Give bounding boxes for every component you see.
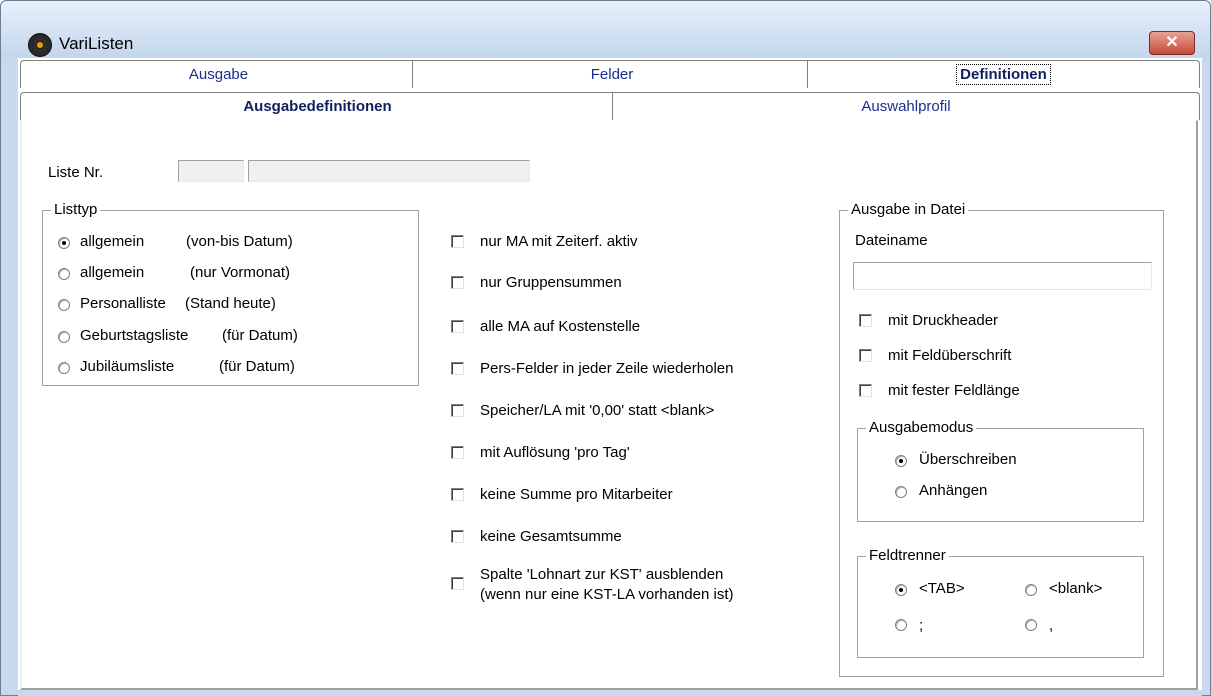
option-checkbox-7[interactable] [451,488,464,501]
option-label-9-continued: (wenn nur eine KST-LA vorhanden ist) [480,586,734,603]
listtyp-hint-5: (für Datum) [219,358,295,375]
listtyp-title: Listtyp [51,201,101,218]
druckheader-label[interactable]: mit Druckheader [888,312,998,329]
trenner-radio-comma[interactable] [1025,619,1037,631]
tab-ausgabe[interactable]: Ausgabe [20,60,417,88]
listtyp-hint-1: (von-bis Datum) [186,233,293,250]
ausgabemodus-group: Ausgabemodus [857,419,1144,522]
trenner-label-tab[interactable]: <TAB> [919,580,965,597]
option-label-9[interactable]: Spalte 'Lohnart zur KST' ausblenden [480,566,723,583]
liste-name-field[interactable] [248,160,530,182]
ausgabemodus-title: Ausgabemodus [866,419,977,436]
option-checkbox-4[interactable] [451,362,464,375]
option-checkbox-2[interactable] [451,276,464,289]
feldueberschrift-label[interactable]: mit Feldüberschrift [888,347,1011,364]
tab-ausgabe-label: Ausgabe [188,66,249,83]
trenner-label-blank[interactable]: <blank> [1049,580,1102,597]
option-label-3[interactable]: alle MA auf Kostenstelle [480,318,640,335]
listtyp-option-2[interactable]: allgemein [80,264,144,281]
listtyp-option-5[interactable]: Jubiläumsliste [80,358,174,375]
option-label-8[interactable]: keine Gesamtsumme [480,528,622,545]
feldueberschrift-checkbox[interactable] [859,349,872,362]
feste-feldlaenge-checkbox[interactable] [859,384,872,397]
option-checkbox-1[interactable] [451,235,464,248]
tab-definitionen-label: Definitionen [956,64,1051,85]
tab-felder-label: Felder [590,66,634,83]
tab-ausgabedefinitionen[interactable]: Ausgabedefinitionen [20,92,616,122]
listtyp-option-3[interactable]: Personalliste [80,295,166,312]
listtyp-hint-2: (nur Vormonat) [190,264,291,281]
option-checkbox-6[interactable] [451,446,464,459]
tab-auswahlprofil[interactable]: Auswahlprofil [612,92,1200,120]
ausgabe-datei-title: Ausgabe in Datei [848,201,969,218]
tab-felder[interactable]: Felder [412,60,812,88]
option-label-2[interactable]: nur Gruppensummen [480,274,622,291]
title-bar: VariListen ✕ [1,1,1210,57]
trenner-radio-tab[interactable] [895,584,907,596]
tab-definitionen[interactable]: Definitionen [807,60,1200,88]
listtyp-radio-2[interactable] [58,268,70,280]
feldtrenner-group: Feldtrenner [857,547,1144,658]
option-checkbox-3[interactable] [451,320,464,333]
option-label-4[interactable]: Pers-Felder in jeder Zeile wiederholen [480,360,733,377]
druckheader-checkbox[interactable] [859,314,872,327]
option-label-7[interactable]: keine Summe pro Mitarbeiter [480,486,673,503]
listtyp-hint-4: (für Datum) [222,327,298,344]
liste-nr-field[interactable] [178,160,244,182]
trenner-radio-blank[interactable] [1025,584,1037,596]
option-label-1[interactable]: nur MA mit Zeiterf. aktiv [480,233,638,250]
close-button[interactable]: ✕ [1149,31,1195,55]
listtyp-radio-4[interactable] [58,331,70,343]
option-label-5[interactable]: Speicher/LA mit '0,00' statt <blank> [480,402,714,419]
feldtrenner-title: Feldtrenner [866,547,949,564]
dateiname-label: Dateiname [855,232,928,249]
tab-ausgabedefinitionen-label: Ausgabedefinitionen [243,98,392,115]
listtyp-radio-3[interactable] [58,299,70,311]
listtyp-radio-5[interactable] [58,362,70,374]
trenner-label-comma[interactable]: , [1049,617,1053,634]
window-title: VariListen [59,34,134,53]
window-bottom-edge [18,690,1202,696]
listtyp-option-4[interactable]: Geburtstagsliste [80,327,188,344]
modus-radio-anhaengen[interactable] [895,486,907,498]
option-label-6[interactable]: mit Auflösung 'pro Tag' [480,444,630,461]
trenner-label-semicolon[interactable]: ; [919,617,923,634]
modus-radio-ueberschreiben[interactable] [895,455,907,467]
option-checkbox-9[interactable] [451,577,464,590]
liste-nr-label: Liste Nr. [48,164,104,181]
tab-auswahlprofil-label: Auswahlprofil [861,98,951,115]
option-checkbox-8[interactable] [451,530,464,543]
modus-label-ueberschreiben[interactable]: Überschreiben [919,451,1017,468]
modus-label-anhaengen[interactable]: Anhängen [919,482,987,499]
feste-feldlaenge-label[interactable]: mit fester Feldlänge [888,382,1020,399]
option-checkbox-5[interactable] [451,404,464,417]
trenner-radio-semicolon[interactable] [895,619,907,631]
listtyp-option-1[interactable]: allgemein [80,233,144,250]
listtyp-radio-1[interactable] [58,237,70,249]
listtyp-hint-3: (Stand heute) [185,295,276,312]
app-icon [28,33,52,57]
dateiname-input[interactable] [853,262,1152,290]
